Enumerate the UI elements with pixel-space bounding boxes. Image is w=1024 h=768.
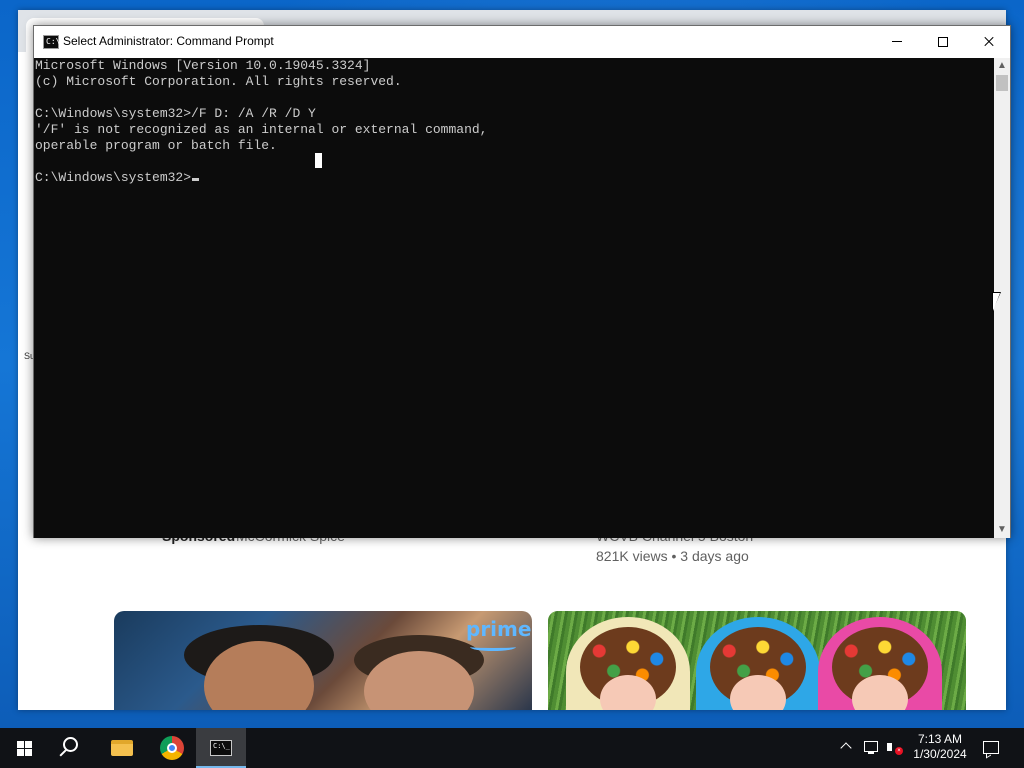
prime-smile-icon: [470, 643, 516, 651]
cmd-icon-glyph: C:\_: [213, 742, 230, 750]
volume-muted-icon[interactable]: ×: [885, 728, 903, 768]
chrome-center-icon: [167, 743, 177, 753]
console-line: C:\Windows\system32>/F D: /A /R /D Y: [35, 106, 316, 121]
minimize-button[interactable]: [874, 26, 920, 58]
console-line: operable program or batch file.: [35, 138, 277, 153]
prime-logo: prime: [466, 617, 532, 641]
start-button[interactable]: [0, 728, 48, 768]
show-hidden-icons-chevron-icon[interactable]: [838, 728, 856, 768]
prompt-line[interactable]: C:\Windows\system32>: [35, 170, 994, 186]
cmd-icon[interactable]: C:\_: [43, 35, 65, 49]
console-line: '/F' is not recognized as an internal or…: [35, 122, 488, 137]
maximize-button[interactable]: [920, 26, 966, 58]
video-meta: 821K views • 3 days ago: [596, 548, 749, 564]
clock[interactable]: 7:13 AM 1/30/2024: [906, 728, 974, 768]
cmd-titlebar[interactable]: C:\_ Select Administrator: Command Promp…: [34, 26, 1010, 58]
network-icon[interactable]: [862, 728, 880, 768]
taskbar-file-explorer[interactable]: [98, 728, 146, 768]
search-icon: [63, 737, 78, 752]
folder-icon: [111, 740, 133, 756]
close-button[interactable]: [966, 26, 1012, 58]
ibeam-cursor-icon: [315, 153, 322, 168]
video-thumbnail-right[interactable]: [548, 611, 966, 710]
taskbar-chrome[interactable]: [148, 728, 196, 768]
taskbar: C:\_ × 7:13 AM 1/30/2024: [0, 728, 1024, 768]
cmd-icon: C:\_: [210, 740, 232, 756]
scroll-down-icon[interactable]: ▼: [994, 522, 1010, 538]
search-button[interactable]: [48, 728, 96, 768]
console-output[interactable]: Microsoft Windows [Version 10.0.19045.33…: [34, 58, 994, 538]
scrollbar-thumb[interactable]: [996, 75, 1008, 91]
windows-logo-icon: [17, 741, 32, 756]
command-prompt: C:\Windows\system32>: [35, 170, 192, 185]
volume-error-badge: ×: [895, 747, 903, 755]
taskbar-command-prompt[interactable]: C:\_: [196, 728, 246, 768]
text-cursor: [192, 178, 200, 181]
mouse-pointer-fill: [993, 293, 1000, 311]
console-line: Microsoft Windows [Version 10.0.19045.33…: [35, 58, 371, 73]
video-thumbnail-left[interactable]: prime: [114, 611, 532, 710]
notification-center-icon[interactable]: [980, 728, 1002, 768]
clock-time: 7:13 AM: [917, 732, 963, 746]
window-title: Select Administrator: Command Prompt: [63, 34, 274, 48]
clock-date: 1/30/2024: [913, 747, 967, 761]
cmd-window[interactable]: C:\_ Select Administrator: Command Promp…: [33, 25, 1011, 538]
scroll-up-icon[interactable]: ▲: [994, 58, 1010, 74]
console-line: (c) Microsoft Corporation. All rights re…: [35, 74, 402, 89]
